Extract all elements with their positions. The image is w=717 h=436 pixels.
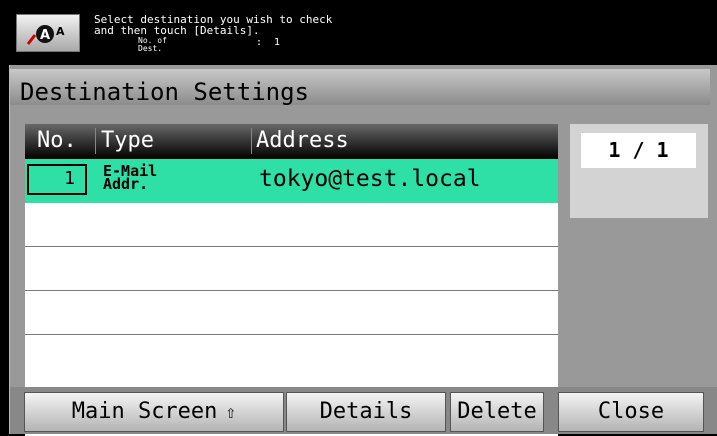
empty-table-row — [25, 247, 558, 291]
arrow-up-icon: ⇧ — [225, 402, 237, 423]
main-screen-label: Main Screen — [71, 399, 218, 424]
page-indicator: 1 / 1 — [581, 133, 696, 168]
table-row[interactable]: 1 E-Mail Addr. tokyo@test.local — [25, 159, 558, 203]
column-header-address: Address — [256, 128, 349, 153]
row-address: tokyo@test.local — [259, 166, 481, 192]
destination-count-label: No. of Dest. — [138, 37, 167, 53]
pager-panel: 1 / 1 — [570, 124, 708, 218]
delete-button[interactable]: Delete — [450, 392, 544, 432]
instruction-line-2: and then touch [Details]. — [94, 24, 260, 37]
empty-table-row — [25, 291, 558, 335]
empty-table-row — [25, 203, 558, 247]
row-number-button[interactable]: 1 — [27, 164, 87, 195]
title-bar: Destination Settings — [10, 69, 710, 105]
count-label-line-2: Dest. — [138, 44, 163, 53]
close-button[interactable]: Close — [558, 392, 704, 432]
destination-count-value: : 1 — [256, 37, 281, 48]
row-type: E-Mail Addr. — [103, 162, 158, 193]
column-header-type: Type — [101, 128, 154, 153]
top-bar: A A Select destination you wish to check… — [0, 0, 717, 65]
column-divider — [95, 128, 96, 154]
accessibility-icon: A A — [26, 25, 65, 45]
svg-text:A: A — [56, 25, 65, 38]
accessibility-button[interactable]: A A — [16, 14, 80, 52]
main-panel: Destination Settings No. Type Address 1 … — [9, 65, 717, 436]
empty-table-row — [25, 335, 558, 379]
column-divider — [251, 128, 252, 154]
details-button[interactable]: Details — [286, 392, 446, 432]
destination-count: No. of Dest. : 1 — [138, 37, 280, 53]
page-title: Destination Settings — [20, 78, 309, 106]
bottom-button-bar: Main Screen ⇧ Details Delete Close — [10, 387, 717, 434]
svg-text:A: A — [40, 28, 50, 43]
main-screen-button[interactable]: Main Screen ⇧ — [24, 392, 284, 432]
table-header: No. Type Address — [25, 124, 558, 159]
instruction-message: Select destination you wish to check and… — [94, 14, 332, 36]
column-header-no: No. — [37, 128, 77, 153]
